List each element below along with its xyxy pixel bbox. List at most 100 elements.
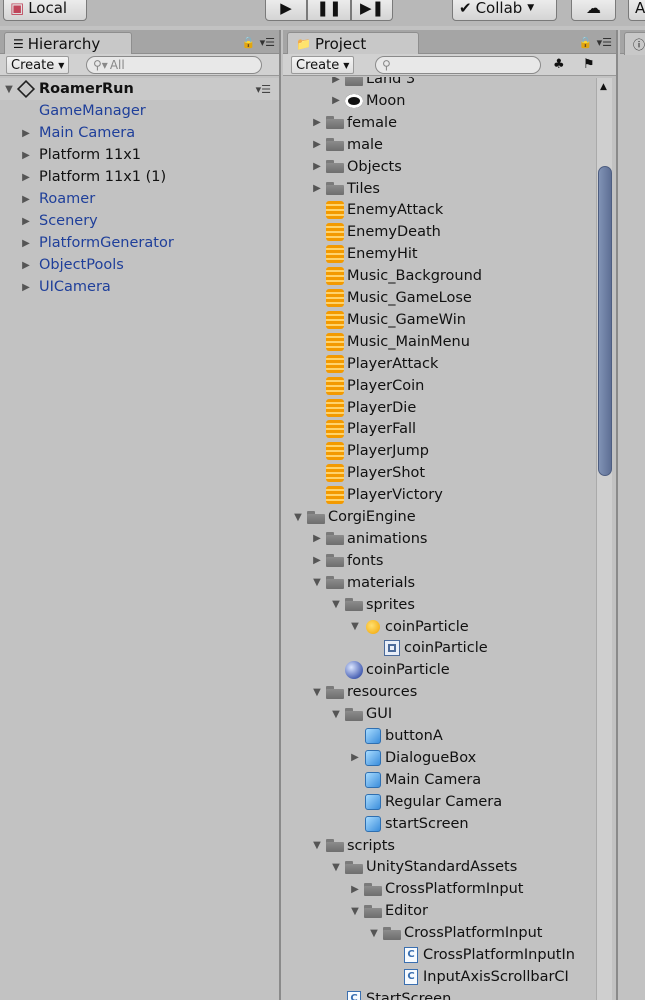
- scrollbar-thumb[interactable]: [598, 166, 612, 476]
- expand-right-icon[interactable]: ▶: [349, 752, 361, 763]
- expand-down-icon[interactable]: ▼: [368, 928, 380, 939]
- expand-right-icon[interactable]: ▶: [20, 128, 32, 139]
- expand-down-icon[interactable]: ▼: [3, 84, 15, 95]
- project-folder-row[interactable]: ▼ Editor: [349, 900, 428, 922]
- hierarchy-item[interactable]: ▶ Platform 11x1: [20, 144, 141, 166]
- tab-hierarchy[interactable]: ☰ Hierarchy: [4, 32, 132, 55]
- project-asset-row[interactable]: EnemyDeath: [311, 221, 441, 243]
- expand-down-icon[interactable]: ▼: [311, 687, 323, 698]
- expand-down-icon[interactable]: ▼: [349, 621, 361, 632]
- project-asset-row[interactable]: C InputAxisScrollbarCI: [387, 966, 569, 988]
- project-asset-row[interactable]: C CrossPlatformInputIn: [387, 944, 575, 966]
- project-asset-row[interactable]: EnemyHit: [311, 243, 418, 265]
- expand-right-icon[interactable]: ▶: [20, 194, 32, 205]
- hierarchy-item[interactable]: ▶ PlatformGenerator: [20, 232, 174, 254]
- expand-right-icon[interactable]: ▶: [311, 183, 323, 194]
- project-asset-row[interactable]: PlayerVictory: [311, 484, 443, 506]
- hierarchy-search-input[interactable]: ⚲▾ All: [86, 56, 262, 74]
- filter-label-icon[interactable]: ⚑: [583, 57, 595, 72]
- hierarchy-tab-menu[interactable]: 🔒 ▾☰: [242, 36, 275, 49]
- expand-right-icon[interactable]: ▶: [20, 260, 32, 271]
- filter-type-icon[interactable]: ♣: [553, 57, 565, 72]
- expand-right-icon[interactable]: ▶: [311, 555, 323, 566]
- project-folder-row[interactable]: ▼ GUI: [330, 703, 392, 725]
- expand-right-icon[interactable]: ▶: [20, 216, 32, 227]
- project-asset-row[interactable]: ▶ Moon: [330, 90, 405, 112]
- project-folder-row[interactable]: ▼ sprites: [330, 594, 415, 616]
- hierarchy-item[interactable]: ▶ Main Camera: [20, 122, 135, 144]
- expand-right-icon[interactable]: ▶: [311, 533, 323, 544]
- collab-button[interactable]: ✔ Collab ▼: [452, 0, 557, 21]
- tab-inspector[interactable]: ⓘ: [624, 32, 645, 55]
- hierarchy-item[interactable]: ▶ Roamer: [20, 188, 95, 210]
- expand-down-icon[interactable]: ▼: [311, 840, 323, 851]
- expand-down-icon[interactable]: ▼: [330, 599, 342, 610]
- hierarchy-create-button[interactable]: Create ▼: [6, 56, 70, 74]
- project-asset-row[interactable]: ▶ DialogueBox: [349, 747, 476, 769]
- hierarchy-item[interactable]: GameManager: [20, 100, 146, 122]
- pause-button[interactable]: ❚❚: [307, 0, 351, 21]
- expand-down-icon[interactable]: ▼: [330, 709, 342, 720]
- expand-right-icon[interactable]: ▶: [20, 150, 32, 161]
- step-button[interactable]: ▶❚: [351, 0, 393, 21]
- project-asset-row[interactable]: PlayerShot: [311, 462, 425, 484]
- project-folder-row[interactable]: ▼ materials: [311, 572, 415, 594]
- expand-down-icon[interactable]: ▼: [349, 906, 361, 917]
- project-scrollbar[interactable]: ▲: [596, 78, 612, 1000]
- project-asset-row[interactable]: PlayerDie: [311, 397, 416, 419]
- project-folder-row[interactable]: ▼ scripts: [311, 835, 395, 857]
- project-asset-row[interactable]: Music_GameWin: [311, 309, 466, 331]
- project-search-input[interactable]: ⚲: [375, 56, 541, 74]
- project-folder-row[interactable]: ▶ Objects: [311, 156, 402, 178]
- expand-right-icon[interactable]: ▶: [311, 117, 323, 128]
- hierarchy-item[interactable]: ▶ UICamera: [20, 276, 111, 298]
- project-folder-row[interactable]: ▼ UnityStandardAssets: [330, 856, 517, 878]
- project-asset-row[interactable]: Main Camera: [349, 769, 481, 791]
- hierarchy-item[interactable]: ▶ ObjectPools: [20, 254, 124, 276]
- local-button[interactable]: ▣ Local: [3, 0, 87, 21]
- project-folder-row[interactable]: ▶ male: [311, 134, 383, 156]
- project-asset-row[interactable]: PlayerAttack: [311, 353, 438, 375]
- project-folder-row[interactable]: ▶ Land 3: [330, 77, 415, 90]
- hierarchy-item[interactable]: ▶ Scenery: [20, 210, 98, 232]
- account-button[interactable]: A: [628, 0, 645, 21]
- expand-right-icon[interactable]: ▶: [20, 238, 32, 249]
- project-asset-row[interactable]: coinParticle: [368, 637, 488, 659]
- expand-right-icon[interactable]: ▶: [311, 161, 323, 172]
- project-folder-row[interactable]: ▶ animations: [311, 528, 427, 550]
- expand-right-icon[interactable]: ▶: [330, 95, 342, 106]
- project-asset-row[interactable]: PlayerJump: [311, 440, 429, 462]
- project-asset-row[interactable]: Music_GameLose: [311, 287, 472, 309]
- expand-right-icon[interactable]: ▶: [330, 77, 342, 85]
- project-asset-row[interactable]: Music_MainMenu: [311, 331, 470, 353]
- expand-right-icon[interactable]: ▶: [311, 139, 323, 150]
- hierarchy-item[interactable]: ▶ Platform 11x1 (1): [20, 166, 166, 188]
- expand-down-icon[interactable]: ▼: [292, 512, 304, 523]
- project-folder-row[interactable]: ▼ CorgiEngine: [292, 506, 416, 528]
- scene-row[interactable]: ▼ RoamerRun ▾☰: [0, 78, 279, 100]
- project-asset-row[interactable]: Regular Camera: [349, 791, 502, 813]
- project-folder-row[interactable]: ▶ fonts: [311, 550, 383, 572]
- tab-project[interactable]: 📁 Project: [287, 32, 419, 55]
- expand-right-icon[interactable]: ▶: [349, 884, 361, 895]
- project-asset-row[interactable]: Music_Background: [311, 265, 482, 287]
- project-asset-row[interactable]: coinParticle: [330, 659, 450, 681]
- project-folder-row[interactable]: ▼ CrossPlatformInput: [368, 922, 542, 944]
- expand-right-icon[interactable]: ▶: [20, 282, 32, 293]
- project-tab-menu[interactable]: 🔒 ▾☰: [579, 36, 612, 49]
- scroll-up-icon[interactable]: ▲: [600, 82, 607, 92]
- project-create-button[interactable]: Create ▼: [291, 56, 355, 74]
- project-asset-row[interactable]: C StartScreen: [330, 988, 451, 1000]
- project-asset-row[interactable]: buttonA: [349, 725, 443, 747]
- project-asset-row[interactable]: PlayerCoin: [311, 375, 424, 397]
- project-asset-row[interactable]: ▼ coinParticle: [349, 616, 469, 638]
- expand-down-icon[interactable]: ▼: [330, 862, 342, 873]
- project-folder-row[interactable]: ▶ female: [311, 112, 397, 134]
- project-folder-row[interactable]: ▶ Tiles: [311, 178, 380, 200]
- project-asset-row[interactable]: EnemyAttack: [311, 199, 443, 221]
- scene-menu-icon[interactable]: ▾☰: [256, 83, 271, 96]
- cloud-button[interactable]: ☁: [571, 0, 616, 21]
- play-button[interactable]: ▶: [265, 0, 307, 21]
- project-folder-row[interactable]: ▼ resources: [311, 681, 417, 703]
- project-asset-row[interactable]: PlayerFall: [311, 418, 416, 440]
